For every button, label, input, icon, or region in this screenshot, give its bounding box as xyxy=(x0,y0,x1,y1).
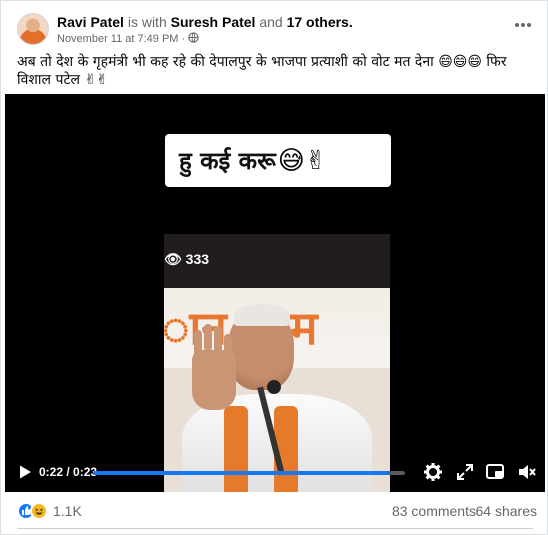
post-caption: अब तो देश के गृहमंत्री भी कह रहे की देपा… xyxy=(17,54,507,88)
banner-text: हु कई करू xyxy=(179,147,276,175)
picture-in-picture-icon[interactable] xyxy=(485,462,505,482)
with-text: is with xyxy=(127,14,167,30)
finger xyxy=(214,326,222,354)
timestamp-line: November 11 at 7:49 PM · xyxy=(57,32,199,45)
finger xyxy=(224,334,232,362)
video-controls: 0:22 / 0:23 xyxy=(5,454,545,492)
finger xyxy=(204,324,212,352)
author-avatar[interactable] xyxy=(17,13,49,45)
globe-icon xyxy=(188,32,199,43)
video-banner: हु कई करू 😅✌ xyxy=(165,134,391,187)
reaction-icons[interactable] xyxy=(17,502,48,520)
post-card: Ravi Patel is with Suresh Patel and 17 o… xyxy=(0,0,548,535)
reaction-count[interactable]: 1.1K xyxy=(53,503,82,519)
tagged-name[interactable]: Suresh Patel xyxy=(171,14,256,30)
post-stats: 1.1K 83 comments 64 shares xyxy=(17,500,537,522)
view-count: 👁 333 xyxy=(164,251,210,267)
finger xyxy=(194,330,202,358)
post-header: Ravi Patel is with Suresh Patel and 17 o… xyxy=(17,13,537,45)
stats-divider xyxy=(17,528,533,529)
frame-top-bar: 👁 333 xyxy=(164,234,390,288)
and-text: and xyxy=(259,14,283,30)
play-icon[interactable] xyxy=(17,464,33,480)
fullscreen-icon[interactable] xyxy=(455,462,475,482)
post-timestamp[interactable]: November 11 at 7:49 PM xyxy=(57,33,178,45)
timestamp-separator: · xyxy=(181,33,186,45)
more-horizontal-icon xyxy=(515,23,531,27)
banner-emoji: 😅✌ xyxy=(277,145,327,175)
video-time: 0:22 / 0:23 xyxy=(39,465,98,479)
microphone-head xyxy=(267,380,281,394)
progress-fill xyxy=(93,471,390,475)
shares-count[interactable]: 64 shares xyxy=(476,503,537,519)
haha-reaction-icon xyxy=(30,502,48,520)
speaker-hair xyxy=(234,304,290,326)
more-options-button[interactable] xyxy=(509,15,537,41)
comments-count[interactable]: 83 comments xyxy=(392,503,476,519)
video-player[interactable]: हु कई करू 😅✌ 👁 333 ान ल म xyxy=(5,94,545,492)
volume-muted-icon[interactable] xyxy=(517,462,537,482)
progress-bar[interactable] xyxy=(93,471,405,475)
author-name[interactable]: Ravi Patel xyxy=(57,14,124,30)
author-line: Ravi Patel is with Suresh Patel and 17 o… xyxy=(57,14,353,30)
settings-icon[interactable] xyxy=(423,462,443,482)
others-link[interactable]: 17 others. xyxy=(287,14,353,30)
